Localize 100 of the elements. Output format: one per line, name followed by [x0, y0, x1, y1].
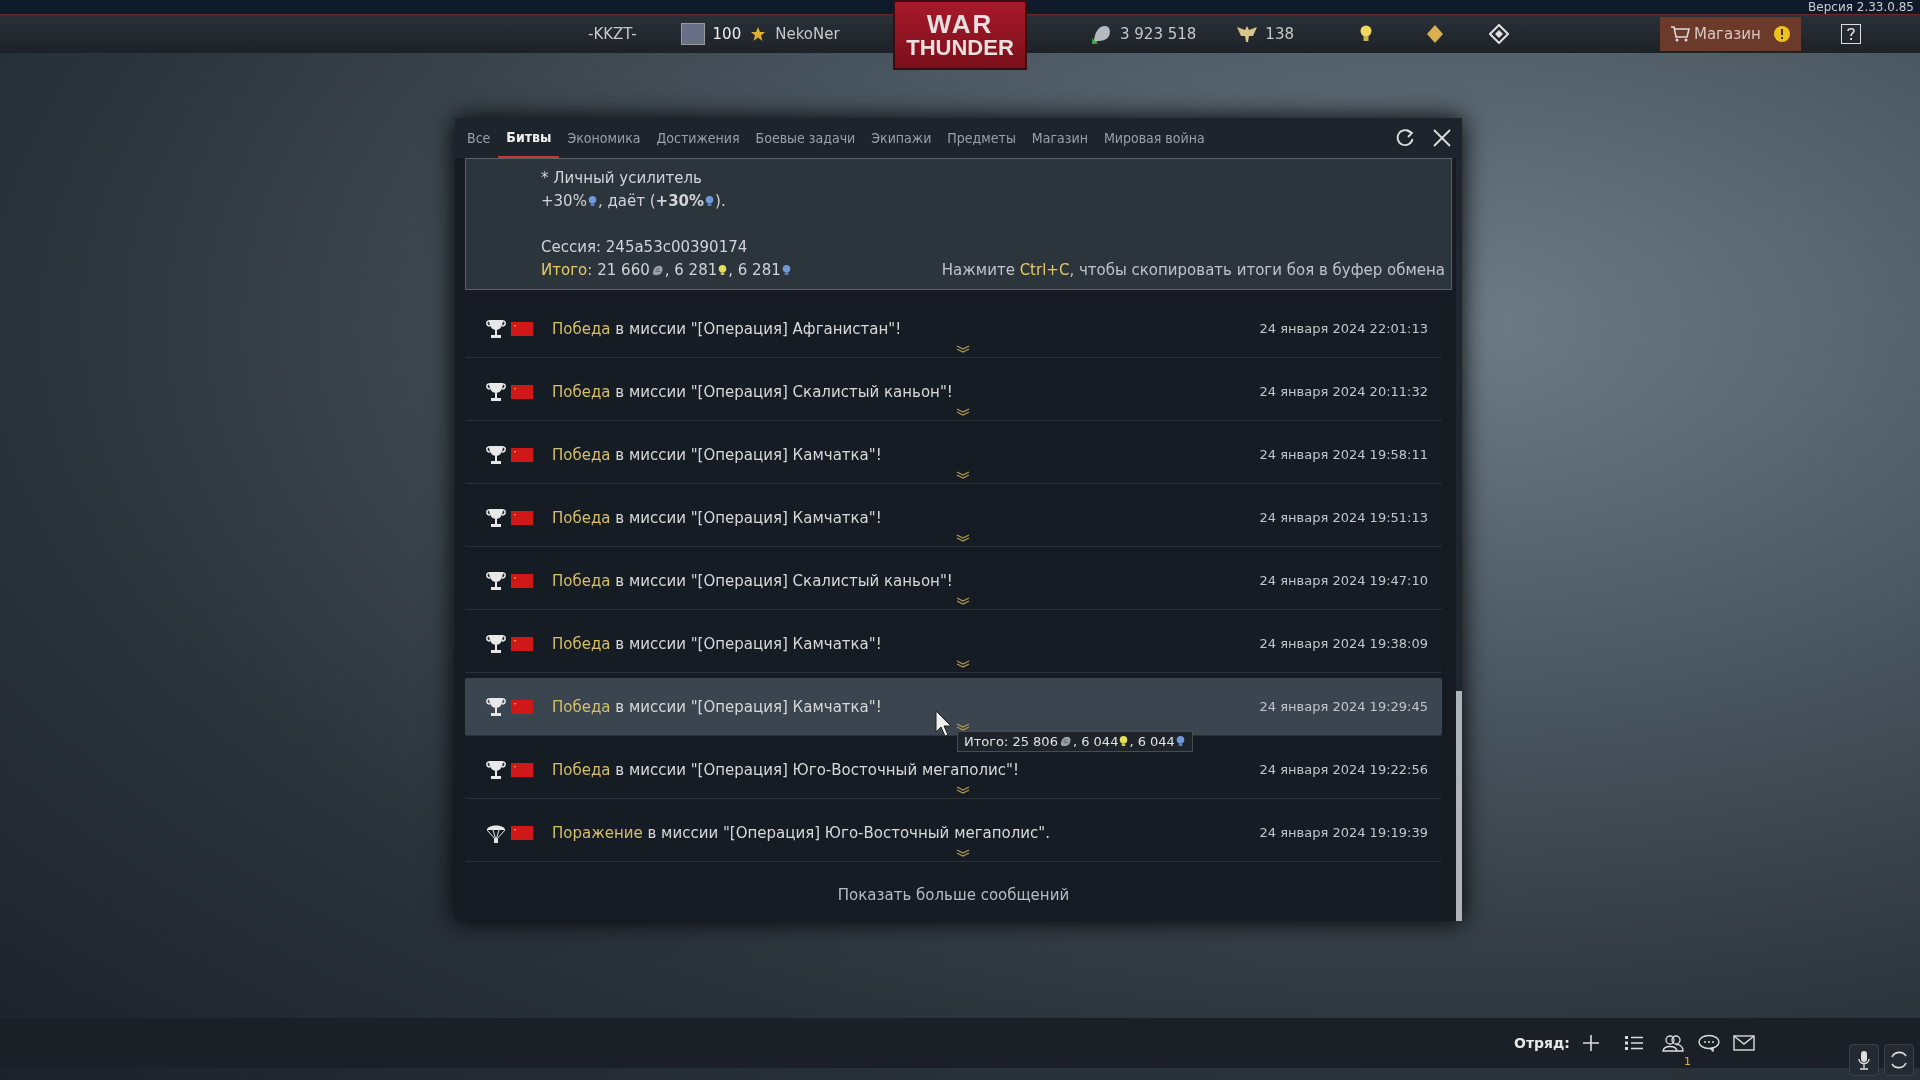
player-nickname: NekoNer [775, 25, 840, 43]
coins-balance: 3 923 518 [1120, 25, 1197, 43]
flag-icon [511, 447, 533, 462]
message-time: 24 января 2024 19:22:56 [1259, 762, 1428, 777]
message-text: Поражение в миссии "[Операция] Юго-Восточный мегаполис". [552, 823, 1050, 842]
summary-text: +30% [541, 191, 587, 212]
plus-icon[interactable] [1581, 1034, 1600, 1052]
trophy-icon [486, 506, 506, 529]
show-more-button[interactable]: Показать больше сообщений [831, 885, 1076, 905]
summary-text: +30% [655, 191, 705, 212]
tab[interactable]: Магазин [1023, 118, 1096, 158]
message-text: Победа в миссии "[Операция] Юго-Восточный мегаполис"! [552, 760, 1020, 779]
version-label: Версия 2.33.0.85 [1808, 0, 1914, 14]
tab[interactable]: Все [459, 118, 499, 158]
list-icon[interactable] [1623, 1035, 1644, 1051]
refresh-icon[interactable] [1395, 128, 1415, 148]
trophy-icon [486, 632, 506, 655]
expand-chevron-icon[interactable] [956, 849, 970, 857]
message-text: Победа в миссии "[Операция] Скалистый каньон"! [552, 382, 953, 401]
scrollbar-thumb[interactable] [1456, 691, 1462, 921]
message-row[interactable]: Победа в миссии "[Операция] Камчатка"! 24 января 2024 19:29:45 [465, 678, 1442, 735]
trophy-icon [486, 443, 506, 466]
message-time: 24 января 2024 19:51:13 [1259, 510, 1428, 525]
trophy-icon [486, 317, 506, 340]
message-time: 24 января 2024 19:38:09 [1259, 636, 1428, 651]
cart-icon [1670, 25, 1690, 43]
chat-icon[interactable] [1696, 1034, 1721, 1052]
bulb-icon [1175, 735, 1185, 748]
mail-icon[interactable] [1732, 1035, 1755, 1051]
avatar-icon[interactable] [680, 23, 705, 45]
expand-chevron-icon[interactable] [956, 534, 970, 542]
trophy-icon [486, 380, 506, 403]
message-time: 24 января 2024 20:11:32 [1259, 384, 1428, 399]
message-text: Победа в миссии "[Операция] Камчатка"! [552, 445, 882, 464]
alert-icon [1772, 25, 1791, 43]
expand-chevron-icon[interactable] [956, 408, 970, 416]
expand-chevron-icon[interactable] [956, 786, 970, 794]
summary-text: ). [715, 191, 726, 212]
message-time: 24 января 2024 19:29:45 [1259, 699, 1428, 714]
diamond-icon[interactable] [1426, 24, 1444, 44]
friends-count: 1 [1683, 1055, 1691, 1068]
eagle-icon [1236, 24, 1259, 44]
trophy-icon [486, 758, 506, 781]
message-text: Победа в миссии "[Операция] Камчатка"! [552, 634, 882, 653]
message-time: 24 января 2024 19:47:10 [1259, 573, 1428, 588]
tab[interactable]: Экономика [559, 118, 649, 158]
expand-chevron-icon[interactable] [956, 660, 970, 668]
summary-text: 21 660 [597, 260, 650, 281]
flag-icon [511, 321, 533, 336]
summary-text: , 6 281 [728, 260, 781, 281]
message-time: 24 января 2024 19:58:11 [1259, 447, 1428, 462]
trophy-icon [486, 569, 506, 592]
expand-chevron-icon[interactable] [956, 471, 970, 479]
flag-icon [511, 762, 533, 777]
flag-icon [511, 825, 533, 840]
star-icon [750, 26, 767, 42]
flag-icon [511, 510, 533, 525]
clan-tag: -KKZT- [588, 25, 637, 43]
coin-icon [1058, 735, 1072, 748]
circular-arrows-icon [1888, 1049, 1910, 1071]
friends-icon[interactable] [1661, 1034, 1684, 1052]
summary-text: * Личный усилитель [541, 168, 702, 189]
total-label: Итого: [541, 260, 593, 281]
copy-hint: Нажмите Ctrl+C, чтобы скопировать итоги боя в буфер обмена [941, 260, 1445, 281]
flag-icon [511, 384, 533, 399]
expand-chevron-icon[interactable] [956, 723, 970, 731]
coin-icon [650, 264, 664, 277]
bulb-icon [718, 264, 728, 277]
message-time: 24 января 2024 19:19:39 [1259, 825, 1428, 840]
tab[interactable]: Достижения [648, 118, 748, 158]
refresh-button[interactable] [1884, 1044, 1914, 1076]
squad-label: Отряд: [1514, 1035, 1570, 1051]
expand-chevron-icon[interactable] [956, 345, 970, 353]
summary-text: , 6 281 [664, 260, 718, 281]
bulb-icon [781, 264, 791, 277]
close-icon[interactable] [1433, 129, 1451, 147]
message-text: Победа в миссии "[Операция] Камчатка"! [552, 508, 882, 527]
tab[interactable]: Предметы [939, 118, 1024, 158]
summary-text: , даёт ( [597, 191, 656, 212]
microphone-icon [1857, 1050, 1871, 1070]
game-logo: WAR THUNDER [893, 0, 1027, 70]
flag-icon [511, 573, 533, 588]
message-text: Победа в миссии "[Операция] Афганистан"! [552, 319, 902, 338]
bulb-icon [1119, 735, 1129, 748]
help-icon[interactable] [1840, 24, 1861, 44]
rank-label: 100 [712, 25, 742, 43]
expand-chevron-icon[interactable] [956, 597, 970, 605]
message-time: 24 января 2024 22:01:13 [1259, 321, 1428, 336]
message-text: Победа в миссии "[Операция] Камчатка"! [552, 697, 882, 716]
message-text: Победа в миссии "[Операция] Скалистый каньон"! [552, 571, 953, 590]
tab[interactable]: Экипажи [863, 118, 940, 158]
microphone-button[interactable] [1849, 1044, 1879, 1076]
trophy-icon [486, 695, 506, 718]
bulb-icon[interactable] [1360, 25, 1372, 43]
tab[interactable]: Мировая война [1095, 118, 1213, 158]
shop-button[interactable]: Магазин [1660, 17, 1801, 51]
eagles-balance: 138 [1265, 25, 1294, 43]
tab[interactable]: Боевые задачи [747, 118, 864, 158]
bulb-icon [587, 195, 597, 208]
flag-icon [511, 636, 533, 651]
